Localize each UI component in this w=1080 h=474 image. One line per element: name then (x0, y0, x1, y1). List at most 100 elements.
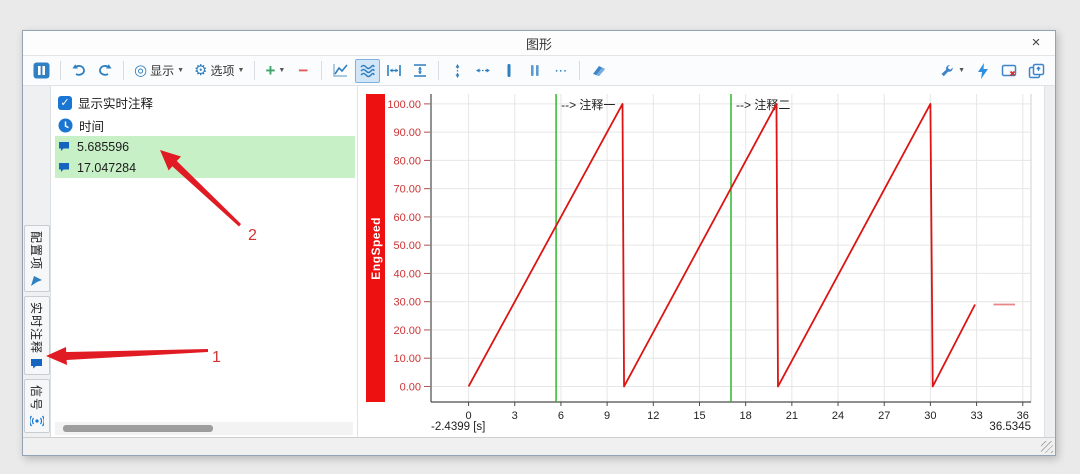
fit-height-button[interactable] (408, 59, 432, 83)
svg-text:24: 24 (832, 410, 844, 420)
more-button[interactable]: ⋯ (549, 59, 573, 83)
resize-grip-icon[interactable] (1041, 441, 1053, 453)
status-bar (23, 437, 1055, 455)
svg-text:0.00: 0.00 (400, 381, 421, 393)
redo-button[interactable] (93, 59, 117, 83)
annotation-row[interactable]: 17.047284 (55, 157, 355, 178)
x-axis-min-label: -2.4399 [s] (431, 421, 486, 433)
svg-text:15: 15 (693, 410, 705, 420)
svg-text:30.00: 30.00 (393, 297, 421, 309)
chevron-down-icon: ▼ (278, 67, 286, 74)
svg-text:--> 注释一: --> 注释一 (561, 97, 615, 112)
scrollbar-thumb[interactable] (63, 425, 213, 432)
display-menu-button[interactable]: ◎ 显示 ▼ (130, 59, 188, 83)
svg-text:30: 30 (924, 410, 936, 420)
eraser-button[interactable] (586, 59, 611, 83)
svg-text:36: 36 (1017, 410, 1029, 420)
y-axis-signal-label: EngSpeed (368, 216, 383, 280)
chevron-down-icon: ▼ (177, 67, 185, 74)
svg-text:12: 12 (647, 410, 659, 420)
line-style-button[interactable] (328, 59, 353, 83)
wrench-icon (941, 64, 953, 77)
svg-text:60.00: 60.00 (393, 212, 421, 224)
svg-text:3: 3 (512, 410, 518, 420)
svg-text:80.00: 80.00 (393, 155, 421, 167)
export-button[interactable] (1024, 59, 1049, 83)
gear-icon: ⚙ (194, 62, 208, 79)
svg-text:20.00: 20.00 (393, 325, 421, 337)
svg-text:100.00: 100.00 (387, 99, 421, 111)
options-menu-button[interactable]: ⚙ 选项 ▼ (190, 59, 248, 83)
chevron-down-icon: ▼ (237, 67, 245, 74)
plot-canvas[interactable]: 100.0090.0080.0070.0060.0050.0040.0030.0… (385, 86, 1045, 420)
cursor-double-button[interactable] (523, 59, 547, 83)
side-tab-strip: 配置项 实时注释 信号 (23, 86, 51, 437)
fit-x-axis-button[interactable] (471, 59, 495, 83)
clear-window-icon (1001, 64, 1017, 77)
close-icon[interactable]: × (1027, 34, 1045, 52)
show-annotations-row[interactable]: ✓ 显示实时注释 (55, 92, 357, 113)
horizontal-scrollbar[interactable] (55, 422, 353, 435)
svg-text:--> 注释二: --> 注释二 (736, 97, 790, 112)
fit-height-icon (414, 64, 427, 77)
svg-text:6: 6 (558, 410, 564, 420)
undo-button[interactable] (67, 59, 91, 83)
svg-text:18: 18 (740, 410, 752, 420)
undo-icon (72, 64, 85, 76)
tab-config-items[interactable]: 配置项 (23, 224, 50, 292)
y-axis-signal-bar[interactable]: EngSpeed (366, 94, 385, 402)
toolbar: ◎ 显示 ▼ ⚙ 选项 ▼ + ▼ − ⋯ ▼ (23, 56, 1055, 86)
pause-button[interactable] (29, 59, 54, 83)
annotation-time: 5.685596 (77, 139, 130, 154)
svg-text:70.00: 70.00 (393, 184, 421, 196)
plus-icon: + (265, 61, 276, 80)
speech-bubble-icon (31, 358, 42, 369)
graph-window: 图形 × ◎ 显示 ▼ ⚙ 选项 ▼ + ▼ − ⋯ ▼ 配置项 实时注释 信号… (22, 30, 1056, 456)
svg-text:27: 27 (878, 410, 890, 420)
ellipsis-icon: ⋯ (554, 62, 569, 78)
fit-y-axis-icon (455, 63, 460, 78)
display-icon: ◎ (134, 62, 148, 79)
minus-icon: − (298, 61, 309, 80)
antenna-icon (29, 415, 44, 427)
line-chart-icon (333, 64, 348, 77)
fit-y-axis-button[interactable] (445, 59, 469, 83)
chevron-down-icon: ▼ (958, 67, 965, 74)
svg-text:0: 0 (465, 410, 471, 420)
cursor-arrow-icon (31, 275, 42, 286)
clear-window-button[interactable] (997, 59, 1022, 83)
fit-width-icon (387, 65, 402, 76)
tab-signals[interactable]: 信号 (23, 378, 50, 433)
cursor-single-icon (507, 64, 511, 77)
checkbox-checked-icon[interactable]: ✓ (58, 95, 72, 110)
speech-bubble-icon (59, 142, 69, 151)
remove-signal-button[interactable]: − (291, 59, 315, 83)
add-signal-button[interactable]: + ▼ (261, 59, 289, 83)
eraser-icon (593, 66, 606, 76)
x-axis-max-label: 36.5345 (989, 421, 1031, 433)
window-title: 图形 (525, 36, 552, 52)
lightning-icon (978, 62, 988, 79)
svg-text:9: 9 (604, 410, 610, 420)
svg-text:90.00: 90.00 (393, 127, 421, 139)
svg-text:40.00: 40.00 (393, 268, 421, 280)
svg-text:33: 33 (970, 410, 982, 420)
fit-width-button[interactable] (382, 59, 406, 83)
svg-text:50.00: 50.00 (393, 240, 421, 252)
time-header-row: 时间 (55, 115, 357, 136)
export-icon (1028, 63, 1045, 78)
chart-right-gutter (1044, 86, 1055, 437)
time-header-label: 时间 (79, 120, 105, 134)
tools-menu-button[interactable]: ▼ (935, 59, 969, 83)
cursor-single-button[interactable] (497, 59, 521, 83)
curve-style-button[interactable] (355, 58, 381, 83)
chart-area: EngSpeed 100.00 90.00 80.00 70.00 60.00 50.00… (358, 86, 1055, 437)
annotation-panel: ✓ 显示实时注释 时间 5.685596 17.047284 (51, 86, 358, 437)
tab-live-annotations[interactable]: 实时注释 (23, 295, 50, 375)
clock-icon (58, 118, 73, 133)
show-annotations-label: 显示实时注释 (78, 97, 154, 111)
cursor-double-icon (531, 65, 539, 76)
trigger-button[interactable] (971, 59, 995, 83)
pause-icon (33, 62, 50, 79)
annotation-row[interactable]: 5.685596 (55, 136, 355, 157)
